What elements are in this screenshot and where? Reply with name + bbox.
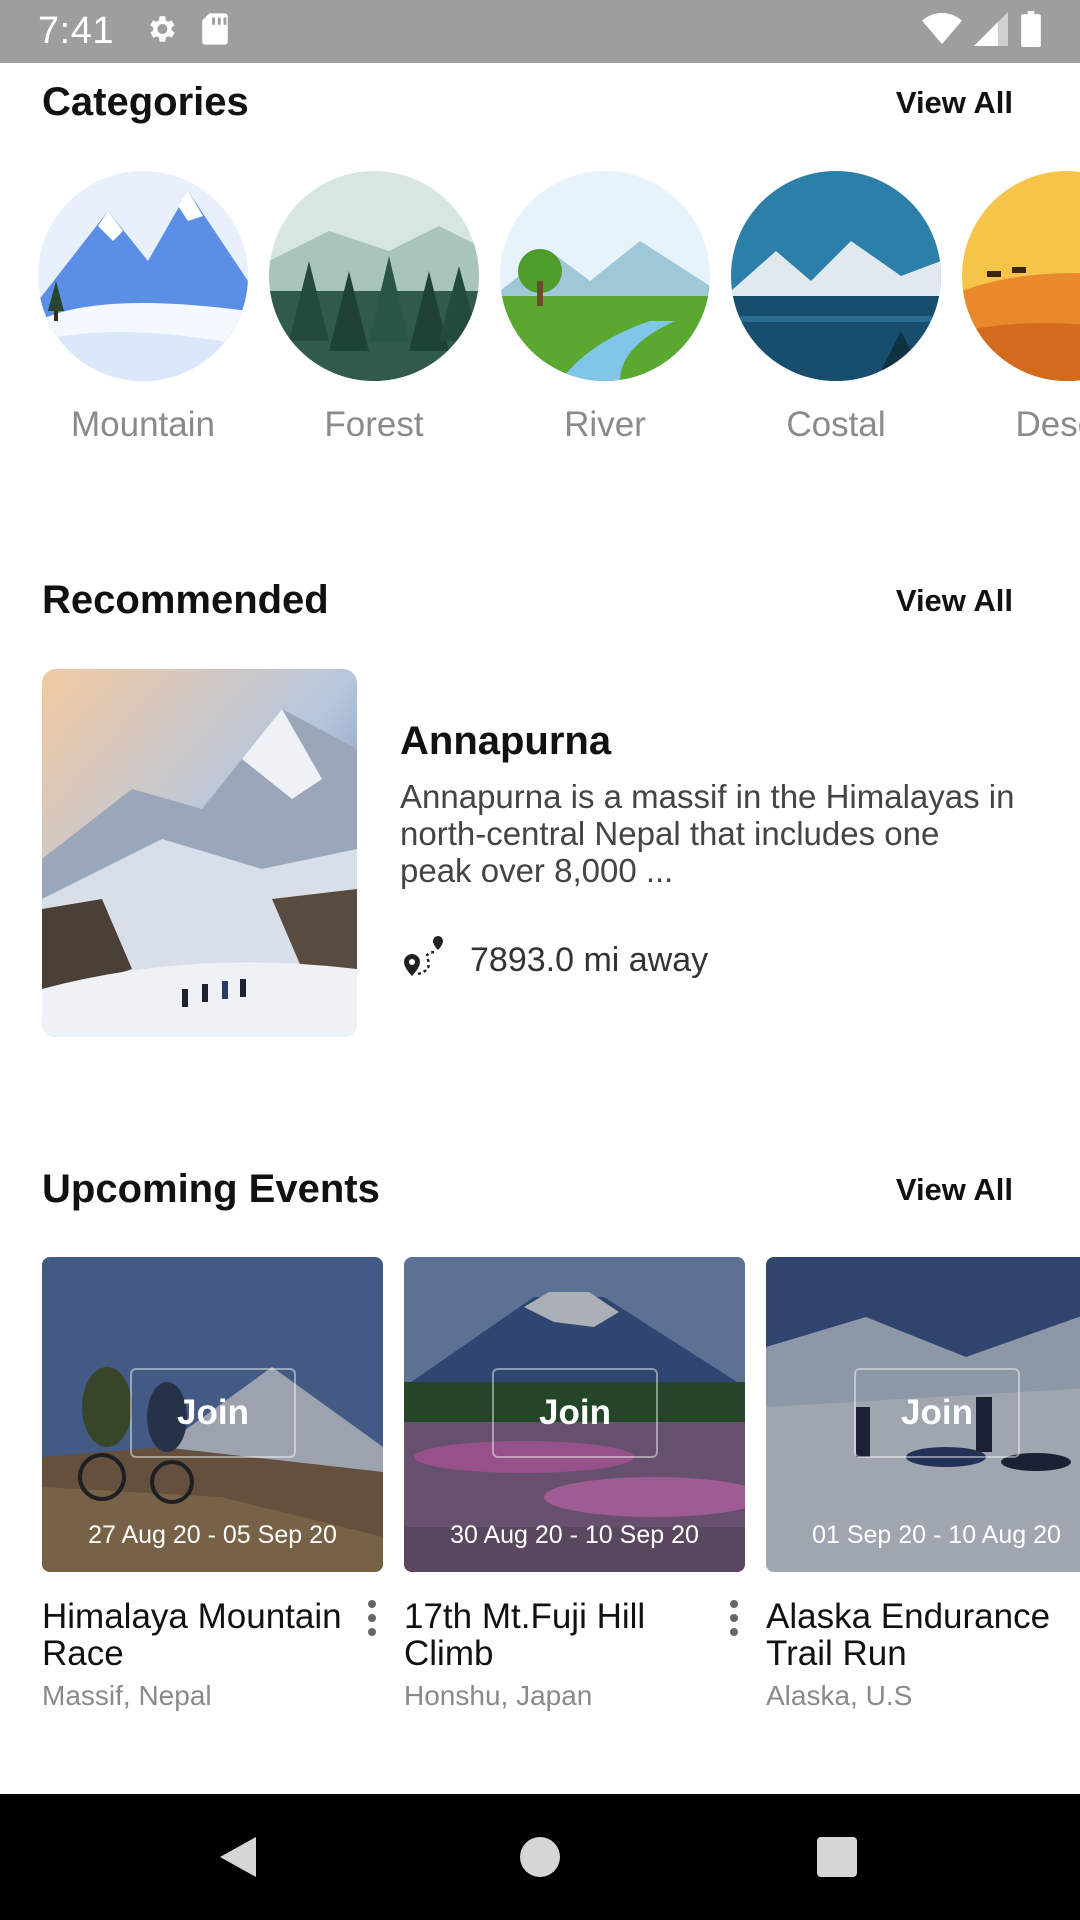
event-card[interactable]: Join 30 Aug 20 - 10 Sep 20 17th Mt.Fuji … bbox=[404, 1257, 745, 1712]
recommended-view-all-button[interactable]: View All bbox=[896, 583, 1013, 619]
event-photo: Join 27 Aug 20 - 05 Sep 20 bbox=[42, 1257, 383, 1572]
recommended-place-description: Annapurna is a massif in the Himalayas i… bbox=[400, 778, 1015, 889]
category-forest[interactable]: Forest bbox=[269, 171, 479, 445]
river-illustration bbox=[500, 171, 710, 381]
event-location: Massif, Nepal bbox=[42, 1680, 212, 1711]
event-photo: Join 01 Sep 20 - 10 Aug 20 bbox=[766, 1257, 1080, 1572]
category-mountain[interactable]: Mountain bbox=[38, 171, 248, 445]
categories-list: Mountain Forest River Costal Des bbox=[38, 171, 1080, 461]
status-time: 7:41 bbox=[38, 10, 114, 52]
categories-title: Categories bbox=[42, 80, 249, 124]
category-label: Costal bbox=[786, 405, 886, 444]
forest-illustration bbox=[269, 171, 479, 381]
wifi-icon bbox=[922, 12, 962, 51]
category-desert[interactable]: Desert bbox=[962, 171, 1080, 445]
category-label: Forest bbox=[324, 405, 424, 444]
more-vert-icon[interactable] bbox=[362, 1600, 382, 1636]
annapurna-photo bbox=[42, 669, 357, 1037]
home-icon[interactable] bbox=[480, 1794, 600, 1920]
event-card[interactable]: Join 01 Sep 20 - 10 Aug 20 Alaska Endura… bbox=[766, 1257, 1080, 1712]
join-button[interactable]: Join bbox=[854, 1368, 1020, 1458]
event-title: Alaska Endurance Trail Run bbox=[766, 1597, 1051, 1673]
mountain-illustration bbox=[38, 171, 248, 381]
event-card[interactable]: Join 27 Aug 20 - 05 Sep 20 Himalaya Moun… bbox=[42, 1257, 383, 1712]
navigation-bar bbox=[0, 1794, 1080, 1920]
events-view-all-button[interactable]: View All bbox=[896, 1172, 1013, 1208]
events-title: Upcoming Events bbox=[42, 1167, 380, 1211]
coastal-illustration bbox=[731, 171, 941, 381]
screen: 7:41 Categories View All Mountain Forest… bbox=[0, 0, 1080, 1920]
events-header: Upcoming Events View All bbox=[42, 1167, 1013, 1212]
category-label: Mountain bbox=[71, 405, 215, 444]
route-pin-icon bbox=[400, 934, 448, 987]
sd-card-icon bbox=[200, 12, 230, 51]
event-location: Alaska, U.S bbox=[766, 1680, 913, 1711]
event-title: 17th Mt.Fuji Hill Climb bbox=[404, 1597, 646, 1673]
event-dates: 27 Aug 20 - 05 Sep 20 bbox=[88, 1521, 337, 1549]
recommended-card[interactable]: Annapurna Annapurna is a massif in the H… bbox=[42, 669, 1032, 1037]
battery-icon bbox=[1020, 11, 1042, 52]
more-vert-icon[interactable] bbox=[724, 1600, 744, 1636]
event-location: Honshu, Japan bbox=[404, 1680, 593, 1711]
category-label: River bbox=[564, 405, 646, 444]
recommended-distance: 7893.0 mi away bbox=[400, 934, 708, 987]
event-photo: Join 30 Aug 20 - 10 Sep 20 bbox=[404, 1257, 745, 1572]
recents-icon[interactable] bbox=[777, 1794, 897, 1920]
gear-icon bbox=[144, 12, 178, 51]
signal-icon bbox=[974, 12, 1008, 51]
status-bar: 7:41 bbox=[0, 0, 1080, 63]
desert-illustration bbox=[962, 171, 1080, 381]
recommended-place-name: Annapurna bbox=[400, 719, 612, 763]
event-title: Himalaya Mountain Race bbox=[42, 1597, 342, 1673]
join-button[interactable]: Join bbox=[492, 1368, 658, 1458]
events-list: Join 27 Aug 20 - 05 Sep 20 Himalaya Moun… bbox=[42, 1257, 1080, 1717]
categories-header: Categories View All bbox=[42, 80, 1013, 125]
category-label: Desert bbox=[1015, 405, 1080, 444]
distance-text: 7893.0 mi away bbox=[470, 941, 709, 979]
recommended-title: Recommended bbox=[42, 578, 329, 622]
back-icon[interactable] bbox=[178, 1794, 298, 1920]
category-river[interactable]: River bbox=[500, 171, 710, 445]
category-coastal[interactable]: Costal bbox=[731, 171, 941, 445]
recommended-header: Recommended View All bbox=[42, 578, 1013, 623]
categories-view-all-button[interactable]: View All bbox=[896, 85, 1013, 121]
event-dates: 30 Aug 20 - 10 Sep 20 bbox=[450, 1521, 699, 1549]
join-button[interactable]: Join bbox=[130, 1368, 296, 1458]
event-dates: 01 Sep 20 - 10 Aug 20 bbox=[812, 1521, 1061, 1549]
